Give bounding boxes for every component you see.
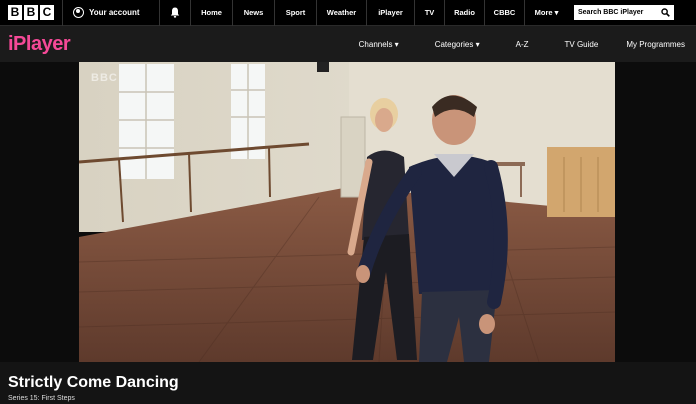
account-label: Your account <box>89 8 140 17</box>
programme-title: Strictly Come Dancing <box>8 374 179 391</box>
bbc-logo-letter: C <box>40 5 54 20</box>
nav-sport[interactable]: Sport <box>274 0 316 26</box>
bbc-masthead: B B C Your account Home News Sport Weath… <box>0 0 696 26</box>
notifications-button[interactable] <box>160 0 190 26</box>
nav-more[interactable]: More ▾ <box>524 0 568 26</box>
iplayer-nav: Channels ▾ Categories ▾ A-Z TV Guide My … <box>345 26 696 62</box>
search-input[interactable]: Search BBC iPlayer <box>578 9 643 16</box>
bbc-logo[interactable]: B B C <box>8 5 54 20</box>
nav-a-z[interactable]: A-Z <box>502 40 543 49</box>
nav-categories[interactable]: Categories ▾ <box>421 40 494 49</box>
nav-cbbc[interactable]: CBBC <box>484 0 524 26</box>
video-frame <box>79 62 615 362</box>
nav-channels[interactable]: Channels ▾ <box>345 40 413 49</box>
video-player[interactable]: BBC <box>79 62 615 362</box>
nav-my-programmes[interactable]: My Programmes <box>612 40 696 49</box>
bbc-logo-letter: B <box>8 5 22 20</box>
nav-iplayer[interactable]: iPlayer <box>366 0 414 26</box>
nav-tv[interactable]: TV <box>414 0 444 26</box>
bbc-watermark: BBC <box>91 72 118 84</box>
iplayer-logo[interactable]: iPlayer <box>8 33 71 56</box>
nav-weather[interactable]: Weather <box>316 0 366 26</box>
player-area: BBC <box>0 62 696 362</box>
iplayer-header: iPlayer Channels ▾ Categories ▾ A-Z TV G… <box>0 26 696 62</box>
nav-radio[interactable]: Radio <box>444 0 484 26</box>
search-icon[interactable] <box>661 8 670 17</box>
episode-subtitle: Series 15: First Steps <box>8 395 75 402</box>
bell-icon <box>170 7 180 18</box>
programme-info: Strictly Come Dancing Series 15: First S… <box>0 362 696 404</box>
user-icon <box>73 7 84 18</box>
account-link[interactable]: Your account <box>63 0 159 26</box>
nav-home[interactable]: Home <box>190 0 232 26</box>
nav-news[interactable]: News <box>232 0 274 26</box>
search-box[interactable]: Search BBC iPlayer <box>574 5 674 20</box>
nav-tv-guide[interactable]: TV Guide <box>551 40 613 49</box>
bbc-logo-letter: B <box>24 5 38 20</box>
